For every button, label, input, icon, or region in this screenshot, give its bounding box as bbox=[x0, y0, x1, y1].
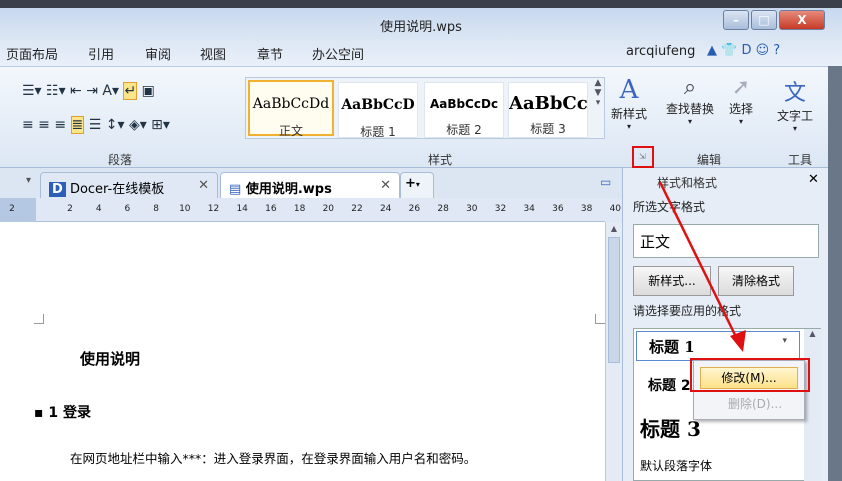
styles-group-label: 样式 bbox=[428, 153, 453, 167]
menu-review[interactable]: 审阅 bbox=[145, 44, 171, 63]
menu-office-space[interactable]: 办公空间 bbox=[312, 44, 364, 63]
tools-group-label: 工具 bbox=[788, 153, 813, 167]
maximize-button[interactable]: □ bbox=[751, 10, 777, 30]
ruler[interactable]: 2 2 4 6 8 10 12 14 16 18 20 22 24 26 28 30 32 34 36 38 40 bbox=[0, 198, 621, 222]
vertical-scrollbar[interactable]: ▲ bbox=[605, 222, 622, 481]
ruler-tick: 18 bbox=[293, 204, 306, 214]
styles-dialog-launcher[interactable]: ⇲ bbox=[632, 146, 654, 168]
ruler-tick: 8 bbox=[153, 204, 159, 214]
doc-body: 在网页地址栏中输入***：进入登录界面，在登录界面输入用户名和密码。 bbox=[70, 451, 477, 466]
ruler-tick: 14 bbox=[236, 204, 248, 214]
background-window-edge bbox=[828, 66, 842, 481]
window-switch-icon[interactable]: ▭ bbox=[600, 175, 611, 189]
minimize-button[interactable]: – bbox=[723, 10, 749, 30]
close-button[interactable]: X bbox=[779, 10, 825, 30]
ruler-tick: 24 bbox=[379, 204, 392, 214]
ruler-tick: 22 bbox=[351, 204, 363, 214]
ruler-tick: 16 bbox=[265, 204, 277, 214]
ruler-tick: 26 bbox=[408, 204, 421, 214]
menu-bar: 页面布局 引用 审阅 视图 章节 办公空间 arcqiufeng ▲ 👕 D ☺… bbox=[0, 38, 842, 66]
ruler-tick: 2 bbox=[67, 204, 73, 214]
find-replace-button[interactable]: ⌕ 查找替换 ▾ bbox=[662, 75, 718, 126]
ruler-tick: 40 bbox=[609, 204, 622, 214]
clear-format-button[interactable]: 清除格式 bbox=[718, 266, 794, 296]
ribbon: ☰▾ ☷▾ ⇤ ⇥ A▾ ↵ ▣ ≡ ≡ ≡ ≣ ☰ ↕▾ ◈▾ ⊞▾ 段落 A… bbox=[0, 66, 828, 168]
user-name[interactable]: arcqiufeng bbox=[626, 44, 695, 59]
gallery-scroll[interactable]: ▲ ▼ ▾ bbox=[592, 78, 604, 138]
ruler-tick: 38 bbox=[580, 204, 593, 214]
ruler-tick: 30 bbox=[466, 204, 478, 214]
edit-group-label: 编辑 bbox=[697, 153, 722, 167]
ruler-tick: 12 bbox=[207, 204, 220, 214]
highlight-box bbox=[690, 358, 810, 392]
ruler-tick: 2 bbox=[9, 204, 15, 214]
new-style-pane-button[interactable]: 新样式... bbox=[633, 266, 711, 296]
style-heading2[interactable]: AaBbCcDc 标题 2 bbox=[424, 82, 504, 138]
apply-format-label: 请选择要应用的格式 bbox=[633, 304, 742, 318]
style-list-item-heading3[interactable]: 标题 3 bbox=[640, 413, 701, 442]
doc-title: 使用说明 bbox=[80, 350, 141, 368]
selected-format-field[interactable]: 正文 bbox=[633, 224, 819, 258]
menu-page-layout[interactable]: 页面布局 bbox=[6, 44, 58, 63]
ruler-tick: 34 bbox=[523, 204, 535, 214]
menu-view[interactable]: 视图 bbox=[200, 44, 226, 63]
style-list-item-heading1[interactable]: 标题 1 ▾ bbox=[636, 331, 800, 361]
new-style-button[interactable]: A 新样式 ▾ bbox=[608, 75, 650, 131]
pane-close-button[interactable]: ✕ bbox=[808, 172, 819, 187]
style-list-item-heading2[interactable]: 标题 2 bbox=[648, 375, 691, 395]
ruler-tick: 4 bbox=[95, 204, 102, 214]
select-button[interactable]: ➚ 选择 ▾ bbox=[722, 75, 760, 126]
ruler-tick: 10 bbox=[179, 204, 191, 214]
new-tab-button[interactable]: +▾ bbox=[400, 172, 434, 198]
document-tabs: ▾ D Docer-在线模板 ✕ ▤ 使用说明.wps ✕ +▾ ▭ bbox=[0, 168, 622, 198]
menu-references[interactable]: 引用 bbox=[88, 44, 114, 63]
ruler-tick: 32 bbox=[494, 204, 507, 214]
ruler-tick: 28 bbox=[437, 204, 449, 214]
wps-doc-icon: ▤ bbox=[229, 182, 242, 197]
delete-menu-item[interactable]: 删除(D)... bbox=[728, 395, 782, 412]
taskbar bbox=[0, 0, 842, 8]
ruler-tick: 6 bbox=[124, 204, 131, 214]
pane-title: 样式和格式 bbox=[657, 176, 718, 190]
ruler-tick: 20 bbox=[322, 204, 335, 214]
window-title: 使用说明.wps bbox=[380, 20, 462, 35]
paragraph-group-label: 段落 bbox=[108, 153, 133, 167]
tab-list-dropdown[interactable]: ▾ bbox=[26, 175, 31, 186]
tab-usage-doc[interactable]: ▤ 使用说明.wps ✕ bbox=[220, 172, 400, 198]
style-list-item-default-font[interactable]: 默认段落字体 bbox=[640, 457, 712, 474]
title-bar: 使用说明.wps – □ X bbox=[0, 8, 842, 38]
tab-docer[interactable]: D Docer-在线模板 ✕ bbox=[40, 172, 218, 198]
ruler-tick: 36 bbox=[552, 204, 564, 214]
styles-formatting-pane: 样式和格式 ✕ 所选文字格式 正文 新样式... 清除格式 请选择要应用的格式 … bbox=[622, 168, 828, 481]
style-heading3[interactable]: AaBbCc 标题 3 bbox=[508, 82, 588, 138]
document-page[interactable]: 使用说明 ▪ 1 登录 在网页地址栏中输入***：进入登录界面，在登录界面输入用… bbox=[0, 222, 605, 481]
style-gallery: AaBbCcDd 正文 AaBbCcD 标题 1 AaBbCcDc 标题 2 AaBb… bbox=[245, 77, 605, 139]
toolbar-icons[interactable]: ▲ 👕 D ☺ ? bbox=[707, 43, 817, 58]
menu-chapter[interactable]: 章节 bbox=[257, 44, 283, 63]
paragraph-tools-row1[interactable]: ☰▾ ☷▾ ⇤ ⇥ A▾ ↵ ▣ bbox=[22, 82, 155, 100]
scroll-thumb[interactable] bbox=[608, 237, 620, 363]
style-heading1[interactable]: AaBbCcD 标题 1 bbox=[338, 82, 418, 139]
style-list-scrollbar[interactable]: ▲ bbox=[804, 329, 821, 481]
doc-heading: ▪ 1 登录 bbox=[34, 405, 91, 421]
docer-icon: D bbox=[49, 182, 66, 197]
paragraph-tools-row2[interactable]: ≡ ≡ ≡ ≣ ☰ ↕▾ ◈▾ ⊞▾ bbox=[22, 116, 170, 134]
text-tools-button[interactable]: 文文字工 ▾ bbox=[772, 75, 818, 133]
selected-format-label: 所选文字格式 bbox=[633, 200, 706, 214]
style-normal[interactable]: AaBbCcDd 正文 bbox=[248, 80, 334, 138]
